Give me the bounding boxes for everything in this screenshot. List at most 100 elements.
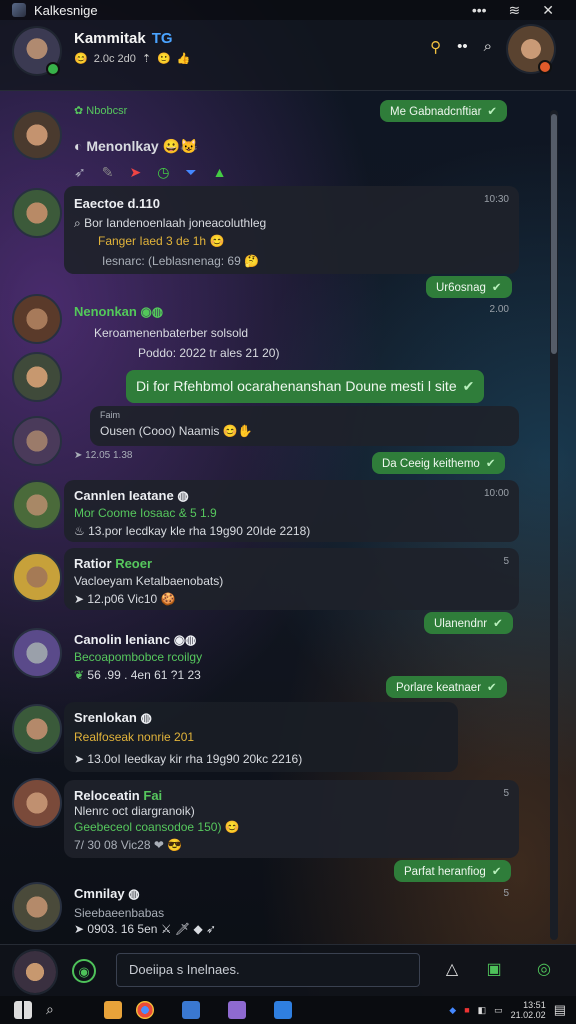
tree-icon[interactable]: ▲ [213, 164, 243, 180]
emoji-icon: 🤔 [244, 254, 260, 268]
send-icon: ➤ [74, 922, 88, 936]
reaction-icons: ➶✎➤◷⏷▲ [74, 164, 242, 181]
message-time: 2.00 [489, 304, 509, 315]
network-icon[interactable]: ◆ [449, 1005, 456, 1016]
emoji-icon: 😊 [209, 234, 225, 248]
status-text: 2.0c 2d0 [93, 52, 136, 65]
contact-tag: TG [151, 30, 173, 47]
send-icon: ➤ [74, 450, 86, 461]
emoji-icon: 😊 [224, 820, 240, 834]
send-button[interactable]: ◎ [532, 958, 556, 982]
sender-avatar[interactable] [12, 480, 62, 530]
search-icon[interactable]: ⌕ [46, 1001, 64, 1019]
search-icon: ⌕ [74, 216, 85, 230]
send-icon: ➤ [74, 752, 88, 766]
warning-icon[interactable]: △ [440, 958, 464, 982]
globe-icon: ◍ [177, 488, 189, 503]
filter-icon[interactable]: ⏷ [185, 164, 212, 180]
sender-avatar[interactable] [12, 352, 62, 402]
sender-avatar[interactable] [12, 552, 62, 602]
message-bubble[interactable]: Faim Ousen (Cooo) Naamis 😊✋ [90, 406, 519, 446]
files-icon[interactable] [104, 1001, 122, 1019]
contact-name: Kammitak TG [74, 30, 173, 47]
sent-message[interactable]: Me Gabnadcnftiar ✔ [380, 100, 508, 122]
wifi-icon[interactable]: ≋ [509, 2, 521, 19]
sender-avatar[interactable] [12, 188, 62, 238]
app-icon[interactable] [228, 1001, 246, 1019]
message-bubble[interactable]: Ratior Reoer 5 Vacloeyam Ketalbaenobats)… [64, 548, 519, 610]
emoji-icon: 😊 [74, 53, 88, 65]
sender-name: Eaectoe d.110 [74, 196, 160, 211]
message-time: 5 [503, 556, 509, 567]
window-controls: ••• ≋ ✕ [472, 2, 554, 19]
online-indicator [538, 60, 552, 74]
message-list[interactable]: ✿ Nbobcsr ◐ Menonlkay 😀😺 ➶✎➤◷⏷▲ Me Gabna… [64, 94, 546, 938]
windows-start-icon[interactable] [14, 1001, 32, 1019]
app-icon [12, 3, 26, 17]
sent-message[interactable]: Porlare keatnaer ✔ [386, 676, 507, 698]
message-text: 7/ 30 08 Vic28 ❤ 😎 [74, 838, 183, 852]
sender-avatar[interactable] [12, 628, 62, 678]
person-icon[interactable]: ⚲ [430, 38, 441, 56]
close-icon[interactable]: ✕ [542, 2, 554, 19]
sender-avatar[interactable] [12, 882, 62, 932]
message-bubble[interactable]: Cannlen Ieatane ◍ 10:00 Mor Coome Iosaac… [64, 480, 519, 542]
emoji-icon: ❤ 😎 [153, 838, 183, 852]
globe-icon: ◍ [140, 710, 152, 725]
message-bubble[interactable]: Cmnilay ◍ 5 Sieebaeenbabas ➤ 0903. 16 5e… [64, 878, 519, 938]
app-icon[interactable] [274, 1001, 292, 1019]
message-text: Geebeceol coansodoe 150) 😊 [74, 820, 240, 834]
sender-avatar[interactable] [12, 778, 62, 828]
message-text: Sieebaeenbabas [74, 906, 165, 920]
image-icon[interactable]: ▣ [482, 958, 506, 982]
message-text: Keroamenenbaterber solsold [94, 326, 249, 340]
sent-message[interactable]: Di for Rfehbmol ocarahenanshan Doune mes… [126, 370, 485, 403]
sender-avatar[interactable] [12, 110, 62, 160]
more-icon[interactable]: •• [457, 38, 468, 56]
message-input[interactable]: Doeiipa s Inelnaes. [116, 953, 420, 987]
system-tray: ◆ ■ ◧ ▭ 13:51 21.02.02 ▤ [449, 1000, 566, 1020]
message-bubble[interactable]: Srenlokan ◍ Realfoseak nonrie 201 ➤ 13.0… [64, 702, 458, 772]
sent-message[interactable]: Ur6osnag ✔ [426, 276, 512, 298]
leaf-icon: ✿ [74, 105, 87, 117]
clock-icon[interactable]: ◷ [157, 164, 185, 180]
arrow-icon[interactable]: ➤ [129, 164, 157, 180]
message-text: Ousen (Cooo) Naamis 😊✋ [100, 424, 253, 438]
message-text: Fanger Iaed 3 de 1h 😊 [98, 234, 225, 248]
battery-icon[interactable]: ▭ [494, 1005, 503, 1016]
thumb-icon: 👍 [176, 53, 191, 65]
browser-icon[interactable] [136, 1001, 154, 1019]
attach-button[interactable]: ◉ [72, 959, 96, 983]
notification-icon[interactable]: ▤ [554, 1002, 566, 1018]
app-icon[interactable]: ■ [464, 1005, 469, 1015]
more-icon[interactable]: ••• [472, 2, 487, 19]
read-check-icon: ✔ [462, 378, 475, 394]
app-icon[interactable] [182, 1001, 200, 1019]
message-text: Mor Coome Iosaac & 5 1.9 [74, 506, 217, 520]
volume-icon[interactable]: ◧ [478, 1005, 487, 1016]
rocket-icon[interactable]: ➶ [74, 164, 102, 180]
scrollbar[interactable] [550, 110, 558, 940]
message-bubble[interactable]: Eaectoe d.110 10:30 ⌕ Bor Iandenoenlaah … [64, 186, 519, 274]
message-label: ✿ Nbobcsr [74, 105, 128, 117]
message-bubble[interactable]: Reloceatin Fai 5 Nlenrc oct diargranoik)… [64, 780, 519, 858]
sender-name: Cmnilay ◍ [74, 886, 140, 901]
message-text: Realfoseak nonrie 201 [74, 730, 195, 744]
sender-avatar[interactable] [12, 704, 62, 754]
sender-avatar[interactable] [12, 294, 62, 344]
my-avatar-small[interactable] [12, 949, 58, 995]
pin-icon: ⇡ [141, 53, 152, 65]
sent-message[interactable]: Da Ceeig keithemo ✔ [372, 452, 506, 474]
pen-icon[interactable]: ✎ [102, 164, 130, 180]
window-title: Kalkesnige [34, 2, 98, 18]
sender-name: Srenlokan ◍ [74, 710, 152, 725]
message-time: 5 [503, 788, 509, 799]
message-text: ♨ 13.por Iecdkay kle rha 19g90 20Ide 221… [74, 524, 311, 538]
scrollbar-thumb[interactable] [551, 114, 557, 354]
search-icon[interactable]: ⌕ [484, 38, 492, 56]
message-text: ⌕ Bor Iandenoenlaah joneacoluthleg [74, 216, 267, 230]
sender-avatar[interactable] [12, 416, 62, 466]
message-bubble[interactable]: Nenonkan ◉◍ 2.00 Keroamenenbaterber sols… [64, 296, 519, 366]
read-check-icon: ✔ [487, 682, 497, 694]
clock[interactable]: 13:51 21.02.02 [511, 1000, 546, 1020]
